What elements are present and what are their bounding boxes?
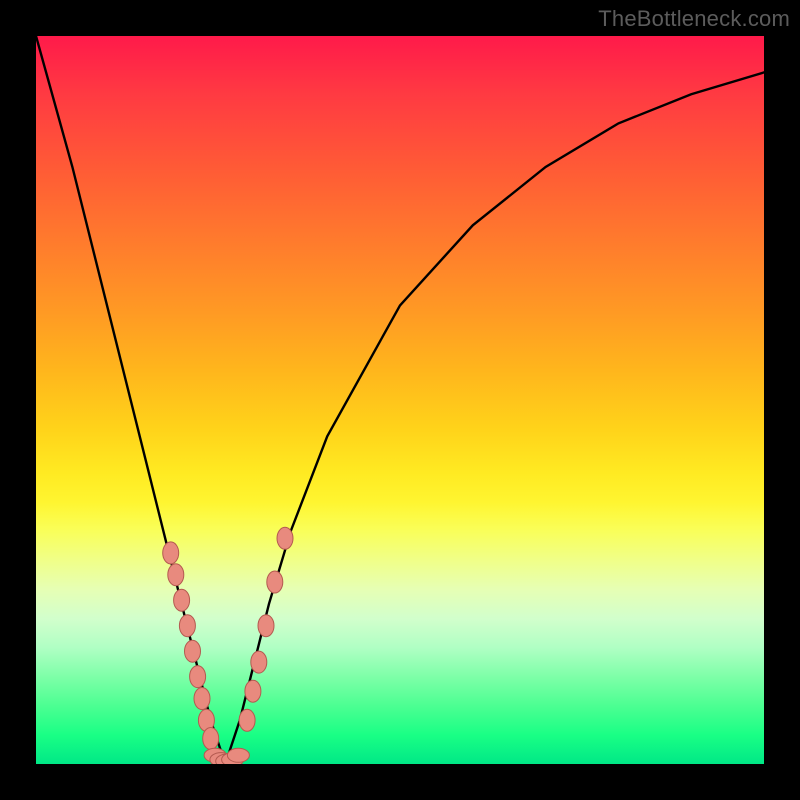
data-marker	[277, 527, 293, 549]
data-marker	[251, 651, 267, 673]
bottleneck-curve	[36, 36, 764, 764]
data-marker	[239, 709, 255, 731]
data-marker	[203, 728, 219, 750]
chart-svg	[36, 36, 764, 764]
data-marker	[179, 615, 195, 637]
data-marker	[163, 542, 179, 564]
data-marker	[194, 688, 210, 710]
data-marker	[185, 640, 201, 662]
data-marker	[174, 589, 190, 611]
chart-frame: TheBottleneck.com	[0, 0, 800, 800]
data-marker	[245, 680, 261, 702]
data-marker	[258, 615, 274, 637]
data-marker	[227, 748, 249, 762]
data-markers	[163, 527, 293, 764]
data-marker	[267, 571, 283, 593]
data-marker	[190, 666, 206, 688]
data-marker	[168, 564, 184, 586]
watermark-text: TheBottleneck.com	[598, 6, 790, 32]
plot-area	[36, 36, 764, 764]
